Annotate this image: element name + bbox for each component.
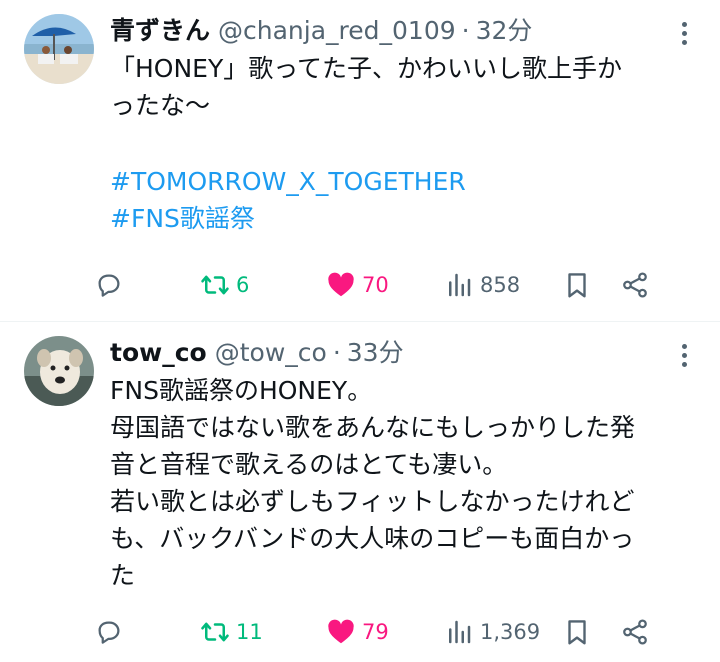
views-icon: [449, 273, 471, 297]
retweet-icon: [201, 275, 229, 295]
tweet-text: 「HONEY」歌ってた子、かわいいし歌上手か ったな〜: [110, 54, 622, 120]
bookmark-button[interactable]: [562, 617, 620, 647]
like-count: 79: [362, 620, 389, 644]
views-icon: [449, 620, 471, 644]
tweet-1[interactable]: 青ずきん @chanja_red_0109 · 32分 「HONEY」歌ってた子…: [0, 0, 720, 315]
like-icon: [328, 272, 354, 297]
separator-dot: ·: [461, 16, 470, 45]
reply-button[interactable]: [94, 270, 200, 300]
tweet-text: FNS歌謡祭のHONEY。 母国語ではない歌をあんなにもしっかりした発 音と音程…: [110, 376, 636, 590]
views-button[interactable]: 858: [444, 270, 562, 300]
timestamp[interactable]: 33分: [347, 336, 404, 370]
like-count: 70: [362, 273, 389, 297]
beach-avatar-image: [24, 14, 94, 84]
retweet-count: 11: [236, 620, 263, 644]
dog-avatar-image: [24, 336, 94, 406]
share-button[interactable]: [620, 270, 650, 300]
bookmark-button[interactable]: [562, 270, 620, 300]
hashtag-list: #TOMORROW_X_TOGETHER #FNS歌謡祭: [110, 163, 696, 237]
reply-icon: [98, 274, 120, 297]
tweet-actions: 6 70 858: [94, 255, 696, 315]
display-name[interactable]: tow_co: [110, 336, 207, 370]
more-icon[interactable]: [672, 340, 696, 370]
hashtag-link[interactable]: #FNS歌謡祭: [110, 200, 696, 237]
like-icon: [328, 619, 354, 644]
user-handle[interactable]: @chanja_red_0109: [218, 14, 456, 48]
tweet-header: tow_co @tow_co · 33分: [110, 336, 696, 370]
reply-icon: [98, 621, 120, 644]
tweet-actions: 11 79 1,369: [94, 602, 696, 662]
display-name[interactable]: 青ずきん: [110, 14, 210, 48]
avatar[interactable]: [24, 14, 94, 84]
reply-button[interactable]: [94, 617, 200, 647]
more-icon[interactable]: [672, 18, 696, 48]
user-handle[interactable]: @tow_co: [215, 336, 327, 370]
retweet-count: 6: [236, 273, 250, 297]
tweet-2[interactable]: tow_co @tow_co · 33分 FNS歌謡祭のHONEY。 母国語では…: [0, 322, 720, 662]
retweet-button[interactable]: 11: [200, 617, 326, 647]
share-icon: [623, 619, 647, 645]
avatar[interactable]: [24, 336, 94, 406]
bookmark-icon: [568, 273, 586, 298]
like-button[interactable]: 79: [326, 617, 444, 647]
views-button[interactable]: 1,369: [444, 617, 562, 647]
like-button[interactable]: 70: [326, 270, 444, 300]
separator-dot: ·: [332, 338, 341, 367]
views-count: 858: [480, 273, 521, 297]
timestamp[interactable]: 32分: [476, 14, 533, 48]
retweet-icon: [201, 622, 229, 642]
views-count: 1,369: [480, 620, 541, 644]
share-button[interactable]: [620, 617, 650, 647]
tweet-header: 青ずきん @chanja_red_0109 · 32分: [110, 14, 696, 48]
share-icon: [623, 272, 647, 298]
hashtag-link[interactable]: #TOMORROW_X_TOGETHER: [110, 163, 696, 200]
bookmark-icon: [568, 620, 586, 645]
retweet-button[interactable]: 6: [200, 270, 326, 300]
